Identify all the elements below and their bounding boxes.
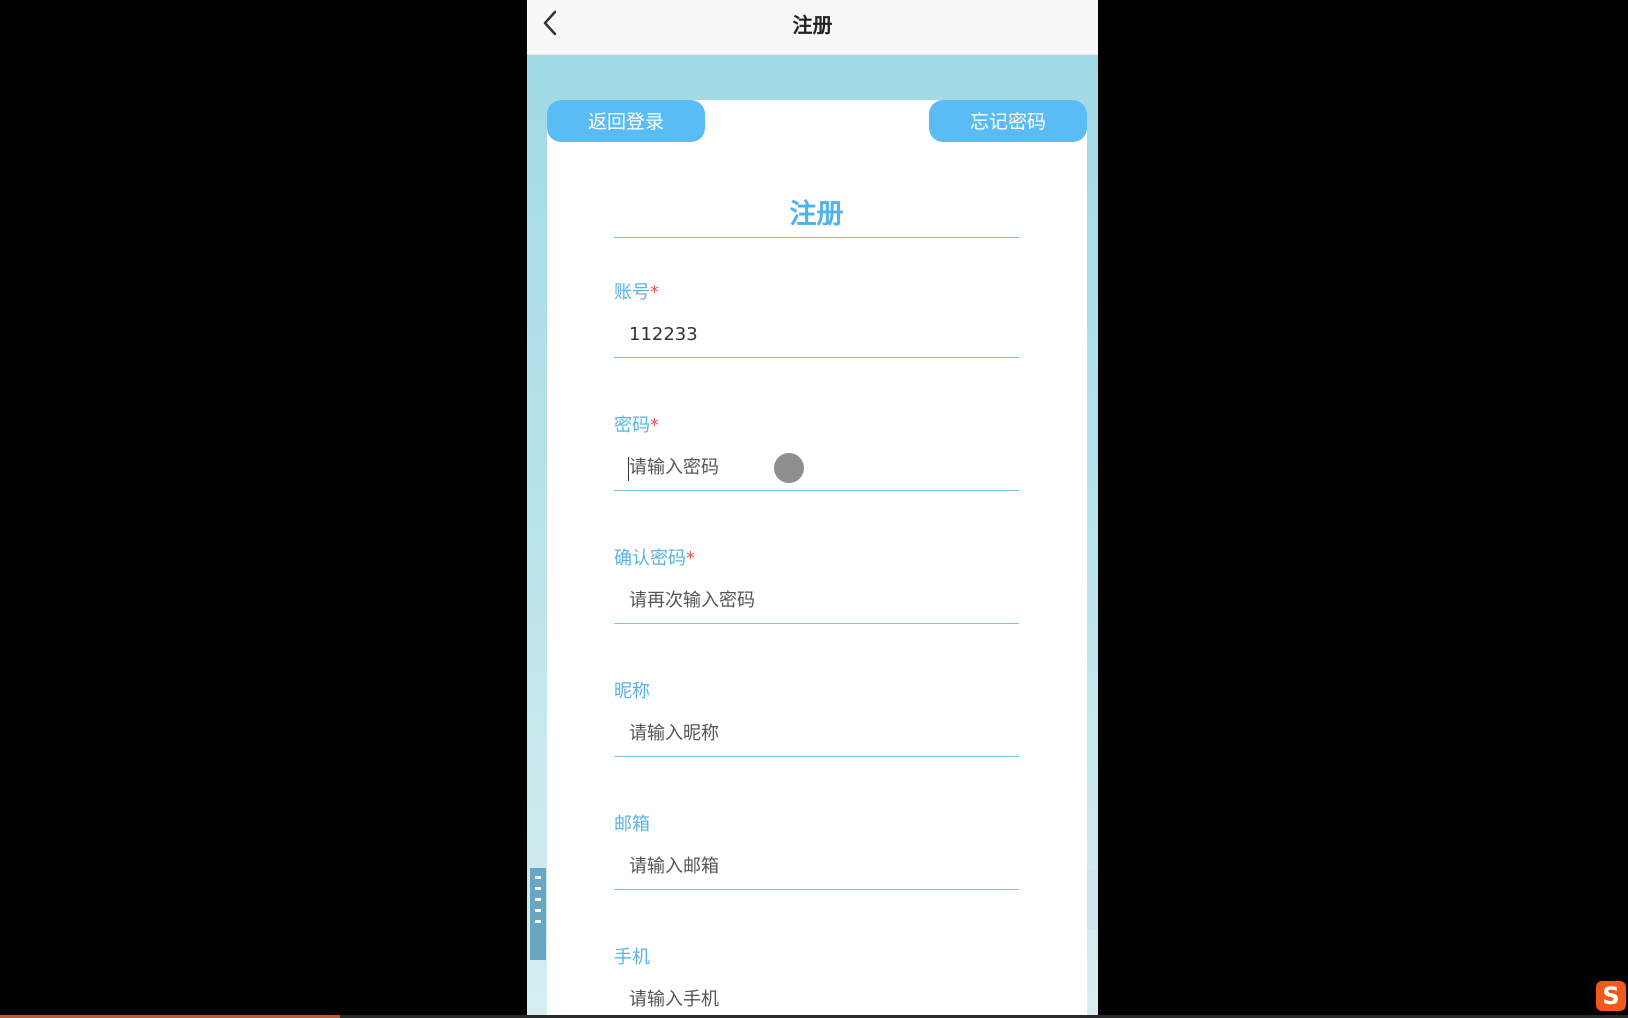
phone-label: 手机	[614, 947, 650, 968]
phone-screen: 注册 返回登录 忘记密码 注册 账号* 密码* 确认密码* 昵称 邮箱	[527, 0, 1098, 1018]
password-label: 密码*	[614, 415, 659, 436]
account-label: 账号*	[614, 282, 659, 303]
required-marker: *	[650, 415, 659, 436]
phone-field: 手机	[614, 943, 1019, 1018]
sogou-ime-icon[interactable]: S	[1596, 981, 1626, 1011]
password-field: 密码*	[614, 411, 1019, 511]
forgot-password-button[interactable]: 忘记密码	[929, 100, 1087, 142]
form-title: 注册	[614, 192, 1019, 238]
account-input[interactable]	[614, 312, 1019, 358]
navbar: 注册	[527, 0, 1098, 55]
register-card: 返回登录 忘记密码 注册 账号* 密码* 确认密码* 昵称 邮箱 手机	[547, 100, 1087, 1018]
page-title: 注册	[792, 13, 833, 37]
back-to-login-button[interactable]: 返回登录	[547, 100, 705, 142]
nickname-input[interactable]	[614, 711, 1019, 757]
nickname-field: 昵称	[614, 677, 1019, 777]
email-field: 邮箱	[614, 810, 1019, 910]
account-field: 账号*	[614, 278, 1019, 378]
confirm-password-label: 确认密码*	[614, 548, 695, 569]
email-label: 邮箱	[614, 814, 650, 835]
required-marker: *	[650, 282, 659, 303]
background-decoration-right	[1086, 870, 1098, 930]
password-input[interactable]	[614, 445, 1019, 491]
phone-input[interactable]	[614, 977, 1019, 1018]
email-input[interactable]	[614, 844, 1019, 890]
nickname-label: 昵称	[614, 681, 650, 702]
background-decoration-left	[530, 868, 546, 960]
required-marker: *	[686, 548, 695, 569]
text-caret	[628, 457, 629, 481]
confirm-password-input[interactable]	[614, 578, 1019, 624]
confirm-password-field: 确认密码*	[614, 544, 1019, 644]
mouse-cursor-indicator	[774, 453, 804, 483]
